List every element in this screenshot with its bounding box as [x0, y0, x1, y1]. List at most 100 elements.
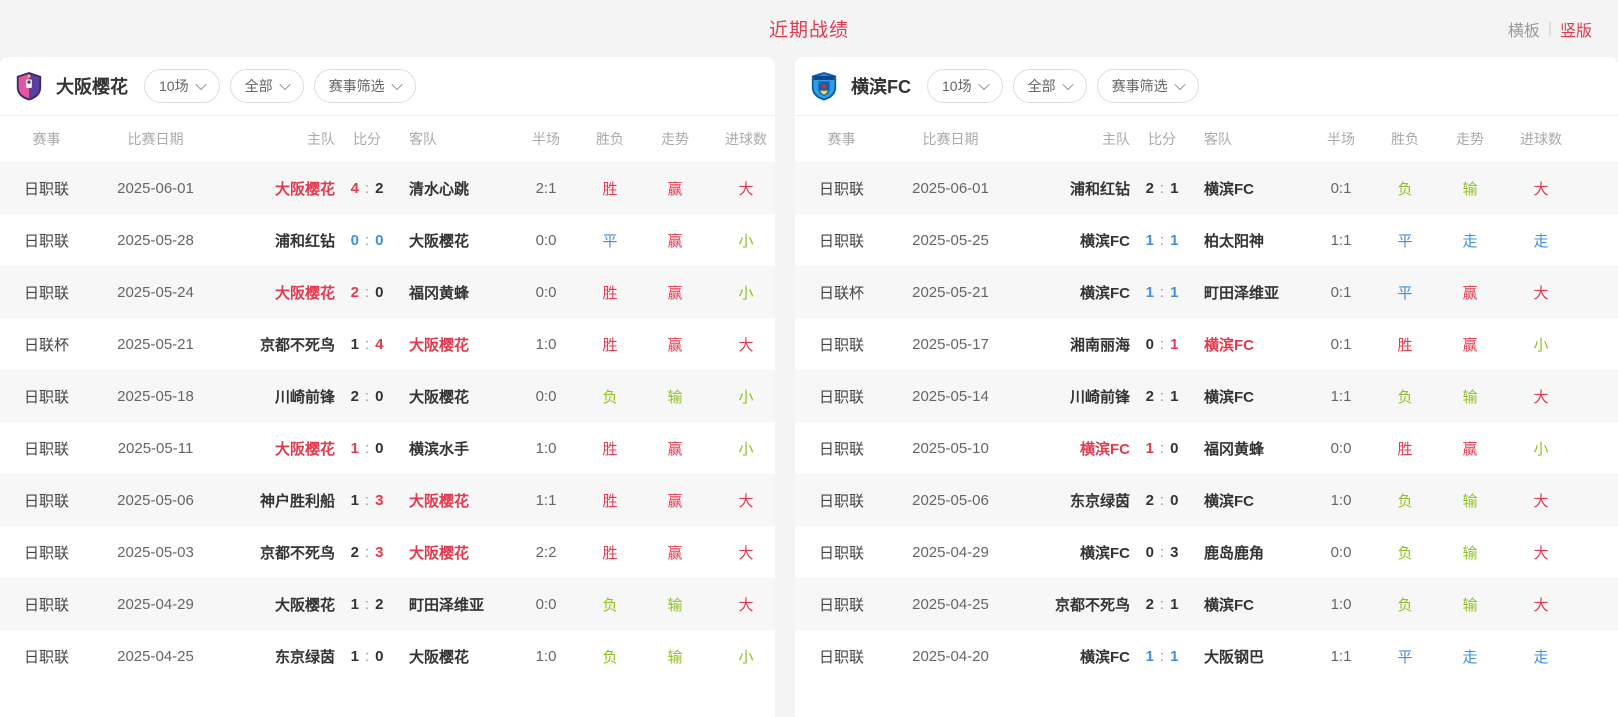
scope-filter[interactable]: 全部 [230, 69, 304, 103]
match-count-filter[interactable]: 10场 [144, 69, 220, 103]
table-header: 赛事 比赛日期 主队 比分 客队 半场 胜负 走势 进球数 [795, 116, 1618, 162]
away-score: 1 [1170, 336, 1178, 353]
panel-header: 大阪樱花 10场 全部 赛事筛选 [0, 57, 775, 116]
col-half: 半场 [505, 129, 587, 149]
score-separator: : [365, 648, 369, 665]
match-row[interactable]: 日职联 2025-04-29 大阪樱花 1 : 2 町田泽维亚 0:0 负 输 … [0, 578, 775, 630]
col-goals: 进球数 [717, 129, 775, 149]
match-row[interactable]: 日职联 2025-05-17 湘南丽海 0 : 1 横滨FC 0:1 胜 赢 小 [795, 318, 1618, 370]
match-row[interactable]: 日职联 2025-05-10 横滨FC 1 : 0 福冈黄蜂 0:0 胜 赢 小 [795, 422, 1618, 474]
filter-pills: 10场 全部 赛事筛选 [144, 69, 416, 103]
score: 0 : 3 [1130, 544, 1194, 561]
goals-over-under: 大 [717, 334, 775, 355]
goals-over-under: 大 [1512, 594, 1570, 615]
match-count-filter[interactable]: 10场 [927, 69, 1003, 103]
view-toggle-horizontal[interactable]: 横板 [1508, 17, 1540, 41]
goals-over-under: 小 [1512, 438, 1570, 459]
match-row[interactable]: 日职联 2025-05-25 横滨FC 1 : 1 柏太阳神 1:1 平 走 走 [795, 214, 1618, 266]
match-count-filter-label: 10场 [942, 76, 972, 96]
goals-over-under: 大 [1512, 386, 1570, 407]
away-team: 横滨水手 [399, 438, 505, 459]
handicap-trend: 赢 [1428, 334, 1512, 355]
match-row[interactable]: 日职联 2025-05-03 京都不死鸟 2 : 3 大阪樱花 2:2 胜 赢 … [0, 526, 775, 578]
win-loss-result: 负 [1382, 542, 1428, 563]
competition-label: 日职联 [795, 542, 888, 563]
competition-label: 日职联 [0, 230, 93, 251]
score: 0 : 0 [335, 232, 399, 249]
competition-label: 日职联 [0, 438, 93, 459]
score-separator: : [1160, 336, 1164, 353]
half-time-score: 1:0 [505, 336, 587, 353]
goals-over-under: 大 [717, 178, 775, 199]
top-bar: 近期战绩 横板 | 竖版 [0, 0, 1618, 57]
competition-label: 日职联 [795, 386, 888, 407]
score-separator: : [1160, 440, 1164, 457]
competition-label: 日职联 [795, 646, 888, 667]
competition-label: 日职联 [0, 178, 93, 199]
handicap-trend: 输 [633, 386, 717, 407]
away-team: 大阪钢巴 [1194, 646, 1300, 667]
col-away: 客队 [399, 129, 505, 149]
handicap-trend: 赢 [633, 282, 717, 303]
competition-filter[interactable]: 赛事筛选 [1097, 69, 1199, 103]
away-score: 0 [375, 232, 383, 249]
match-row[interactable]: 日职联 2025-04-25 京都不死鸟 2 : 1 横滨FC 1:0 负 输 … [795, 578, 1618, 630]
competition-filter[interactable]: 赛事筛选 [314, 69, 416, 103]
match-row[interactable]: 日职联 2025-04-20 横滨FC 1 : 1 大阪钢巴 1:1 平 走 走 [795, 630, 1618, 682]
score: 2 : 1 [1130, 596, 1194, 613]
scope-filter[interactable]: 全部 [1013, 69, 1087, 103]
away-team: 大阪樱花 [399, 542, 505, 563]
match-row[interactable]: 日联杯 2025-05-21 横滨FC 1 : 1 町田泽维亚 0:1 平 赢 … [795, 266, 1618, 318]
match-date: 2025-05-25 [888, 232, 1013, 249]
page-title: 近期战绩 [769, 15, 849, 42]
col-goals: 进球数 [1512, 129, 1570, 149]
match-row[interactable]: 日职联 2025-05-24 大阪樱花 2 : 0 福冈黄蜂 0:0 胜 赢 小 [0, 266, 775, 318]
handicap-trend: 赢 [633, 230, 717, 251]
match-row[interactable]: 日职联 2025-05-06 东京绿茵 2 : 0 横滨FC 1:0 负 输 大 [795, 474, 1618, 526]
half-time-score: 2:2 [505, 544, 587, 561]
home-score: 0 [351, 232, 359, 249]
match-date: 2025-05-10 [888, 440, 1013, 457]
home-score: 1 [351, 596, 359, 613]
win-loss-result: 平 [587, 230, 633, 251]
away-score: 0 [375, 440, 383, 457]
match-row[interactable]: 日职联 2025-05-11 大阪樱花 1 : 0 横滨水手 1:0 胜 赢 小 [0, 422, 775, 474]
home-score: 1 [1146, 440, 1154, 457]
view-toggle-separator: | [1548, 20, 1552, 38]
score: 1 : 4 [335, 336, 399, 353]
match-row[interactable]: 日职联 2025-05-06 神户胜利船 1 : 3 大阪樱花 1:1 胜 赢 … [0, 474, 775, 526]
away-team: 横滨FC [1194, 490, 1300, 511]
goals-over-under: 大 [1512, 178, 1570, 199]
away-team: 清水心跳 [399, 178, 505, 199]
view-toggle-vertical[interactable]: 竖版 [1560, 17, 1592, 41]
goals-over-under: 小 [1512, 334, 1570, 355]
goals-over-under: 大 [717, 594, 775, 615]
chevron-down-icon [978, 79, 989, 90]
match-date: 2025-06-01 [93, 180, 218, 197]
match-row[interactable]: 日职联 2025-04-25 东京绿茵 1 : 0 大阪樱花 1:0 负 输 小 [0, 630, 775, 682]
match-row[interactable]: 日职联 2025-05-18 川崎前锋 2 : 0 大阪樱花 0:0 负 输 小 [0, 370, 775, 422]
score-separator: : [365, 284, 369, 301]
team-name: 大阪樱花 [56, 73, 128, 99]
handicap-trend: 输 [1428, 178, 1512, 199]
match-row[interactable]: 日职联 2025-06-01 大阪樱花 4 : 2 清水心跳 2:1 胜 赢 大 [0, 162, 775, 214]
home-score: 0 [1146, 544, 1154, 561]
half-time-score: 0:0 [1300, 440, 1382, 457]
away-score: 3 [375, 544, 383, 561]
score: 1 : 0 [1130, 440, 1194, 457]
match-row[interactable]: 日职联 2025-04-29 横滨FC 0 : 3 鹿岛鹿角 0:0 负 输 大 [795, 526, 1618, 578]
match-row[interactable]: 日职联 2025-05-28 浦和红钻 0 : 0 大阪樱花 0:0 平 赢 小 [0, 214, 775, 266]
match-row[interactable]: 日职联 2025-05-14 川崎前锋 2 : 1 横滨FC 1:1 负 输 大 [795, 370, 1618, 422]
win-loss-result: 胜 [1382, 438, 1428, 459]
view-toggle: 横板 | 竖版 [1508, 17, 1592, 41]
away-team: 横滨FC [1194, 594, 1300, 615]
half-time-score: 1:0 [1300, 596, 1382, 613]
match-row[interactable]: 日联杯 2025-05-21 京都不死鸟 1 : 4 大阪樱花 1:0 胜 赢 … [0, 318, 775, 370]
goals-over-under: 大 [1512, 282, 1570, 303]
half-time-score: 1:0 [505, 648, 587, 665]
away-team: 福冈黄蜂 [1194, 438, 1300, 459]
away-team: 町田泽维亚 [1194, 282, 1300, 303]
away-score: 1 [1170, 180, 1178, 197]
match-row[interactable]: 日职联 2025-06-01 浦和红钻 2 : 1 横滨FC 0:1 负 输 大 [795, 162, 1618, 214]
home-team: 横滨FC [1013, 230, 1130, 251]
